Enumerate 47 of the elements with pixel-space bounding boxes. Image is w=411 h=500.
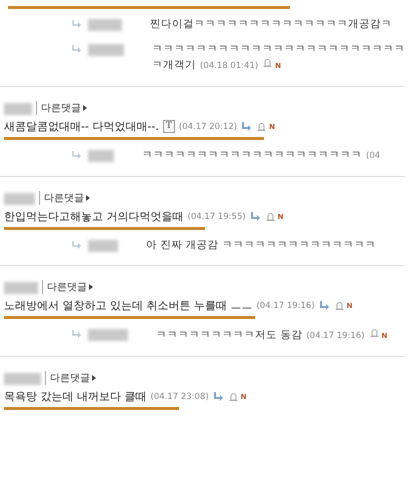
report-icon[interactable] [334, 300, 345, 311]
reply-icon[interactable] [212, 391, 224, 402]
blurred-name [88, 150, 114, 162]
caret-icon [92, 375, 96, 381]
caret-icon [83, 105, 87, 111]
reply-arrow-icon [72, 330, 82, 339]
blurred-name [4, 103, 32, 115]
comment-text: 한입먹는다고해놓고 거의다먹엇을때 [4, 209, 184, 224]
blurred-name [4, 282, 38, 294]
reply-icon[interactable] [318, 300, 330, 311]
blurred-name [88, 240, 118, 252]
timestamp: (04.17 23:08) [150, 392, 209, 402]
blurred-name [4, 193, 35, 205]
report-icon[interactable] [256, 121, 268, 132]
reply-icon[interactable] [241, 121, 252, 132]
reply-arrow-icon [72, 241, 82, 250]
blurred-name [88, 44, 124, 56]
caret-icon [86, 195, 90, 201]
comment-text: 노래방에서 열창하고 있는데 취소버튼 누를때 ㅡㅡ [4, 298, 252, 313]
caret-icon [89, 284, 93, 290]
report-icon[interactable] [228, 391, 239, 402]
timestamp: (04.18 01:41) [200, 61, 258, 71]
reply-arrow-icon [72, 45, 82, 54]
blurred-name [88, 19, 122, 31]
comment-text: 목욕탕 갔는데 내꺼보다 클때 [4, 389, 146, 404]
other-comments-link[interactable]: 다른댓글 [42, 280, 87, 294]
blurred-name [88, 329, 128, 341]
reply-text: 아 진짜 개공감 ㅋㅋㅋㅋㅋㅋㅋㅋㅋㅋㅋㅋㅋㅋ [146, 238, 378, 253]
reply-text: 찐다이걸ㅋㅋㅋㅋㅋㅋㅋㅋㅋㅋㅋㅋㅋㅋ개공감ㅋ [150, 17, 393, 32]
report-icon[interactable] [368, 327, 380, 338]
timestamp: (04 [366, 151, 380, 161]
reply-arrow-icon [72, 20, 82, 29]
timestamp: (04.17 19:55) [188, 212, 246, 222]
timestamp: (04.17 19:16) [306, 331, 365, 341]
other-comments-link[interactable]: 다른댓글 [45, 371, 90, 385]
other-comments-link[interactable]: 다른댓글 [39, 191, 84, 205]
other-comments-link[interactable]: 다른댓글 [36, 101, 81, 115]
reply-icon[interactable] [250, 211, 261, 222]
blurred-name [4, 373, 41, 385]
reply-arrow-icon [72, 151, 82, 160]
comment-text: 새콤달콤없대매-- 다먹었대매--. [4, 119, 159, 134]
report-icon[interactable] [262, 57, 274, 68]
timestamp: (04.17 20:12) [178, 122, 238, 132]
text-tag-button[interactable]: T [162, 120, 175, 133]
timestamp: (04.17 19:16) [256, 300, 315, 310]
report-icon[interactable] [264, 211, 276, 222]
reply-text: ㅋㅋㅋㅋㅋㅋㅋㅋㅋㅋㅋㅋㅋㅋㅋㅋㅋㅋㅋㅋ (04 [142, 148, 382, 163]
